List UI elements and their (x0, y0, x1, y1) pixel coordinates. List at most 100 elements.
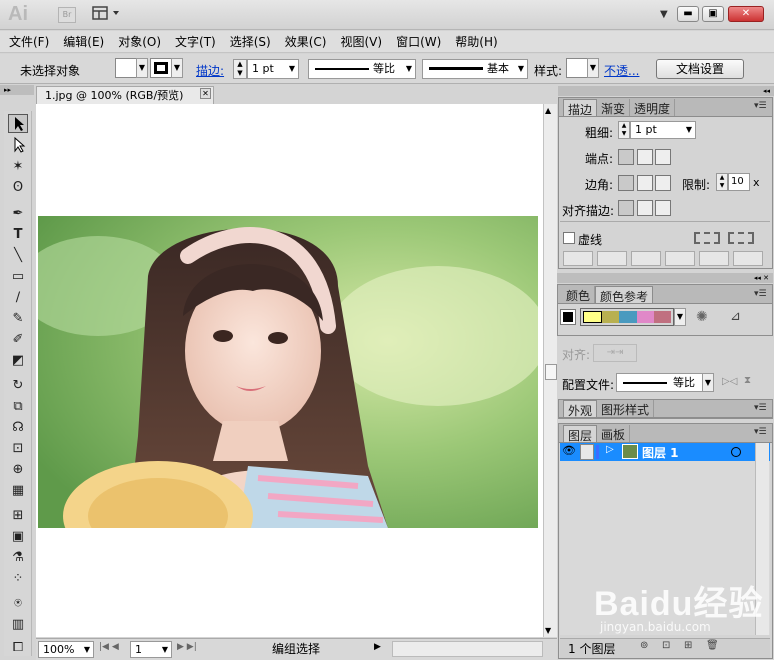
selection-tool-icon[interactable] (8, 114, 28, 133)
scrollbar-thumb[interactable] (545, 364, 557, 380)
dash-preserve-icon[interactable] (694, 232, 720, 244)
flip-along-icon[interactable]: ▷◁ (722, 376, 737, 387)
pen-tool-icon[interactable]: ✒ (8, 204, 28, 223)
graphic-style-dropdown[interactable]: ▼ (587, 58, 599, 78)
dash-gap-fields[interactable] (563, 251, 769, 266)
fill-dropdown[interactable]: ▼ (136, 58, 148, 78)
stroke-swatch[interactable] (150, 58, 172, 78)
round-join-icon[interactable] (637, 175, 653, 191)
tab-color-guide[interactable]: 颜色参考 (595, 286, 654, 304)
dashed-line-checkbox[interactable] (563, 232, 575, 244)
shape-builder-tool-icon[interactable]: ⊕ (8, 460, 28, 479)
rotate-tool-icon[interactable]: ↻ (8, 376, 28, 395)
scroll-down-icon[interactable]: ▼ (545, 626, 551, 635)
butt-cap-icon[interactable] (618, 149, 634, 165)
minimize-button[interactable]: ▬ (677, 6, 699, 22)
document-setup-button[interactable]: 文档设置 (656, 59, 744, 79)
free-transform-tool-icon[interactable]: ⊡ (8, 439, 28, 458)
graphic-style-swatch[interactable] (566, 58, 588, 78)
stroke-weight-field[interactable]: 1 pt ▼ (247, 59, 299, 79)
tab-graphic-styles[interactable]: 图形样式 (597, 400, 655, 417)
menu-window[interactable]: 窗口(W) (389, 32, 448, 52)
harmony-swatch[interactable] (636, 311, 654, 323)
fill-swatch[interactable] (115, 58, 137, 78)
lasso-tool-icon[interactable]: ʘ (8, 178, 28, 197)
type-tool-icon[interactable]: T (8, 225, 28, 244)
dock-collapse-icon[interactable]: ◂◂ (558, 86, 774, 96)
tab-stroke[interactable]: 描边 (563, 99, 598, 117)
lock-toggle[interactable] (580, 444, 594, 460)
base-color-swatch[interactable] (560, 309, 576, 325)
warp-tool-icon[interactable]: ☊ (8, 418, 28, 437)
profile-field[interactable]: 等比 (616, 373, 712, 392)
menu-object[interactable]: 对象(O) (111, 32, 168, 52)
status-mode[interactable]: 编组选择 (208, 640, 384, 658)
new-layer-icon[interactable]: ⊞ (684, 640, 692, 651)
workspace-switcher-button[interactable] (92, 6, 124, 22)
column-graph-tool-icon[interactable]: ▥ (8, 615, 28, 634)
mesh-tool-icon[interactable]: ⊞ (8, 506, 28, 525)
limit-field[interactable]: 10 (728, 173, 750, 191)
projecting-cap-icon[interactable] (655, 149, 671, 165)
weight-stepper[interactable]: ▲ ▼ (618, 121, 630, 139)
tab-gradient[interactable]: 渐变 (597, 99, 631, 116)
create-sublayer-icon[interactable]: ⊡ (662, 640, 670, 651)
tab-appearance[interactable]: 外观 (563, 400, 598, 418)
color-panel-menu-icon[interactable]: ▾☰ (754, 289, 767, 299)
first-artboard-icon[interactable]: |◀ ◀ (99, 642, 119, 652)
tab-color[interactable]: 颜色 (562, 286, 596, 303)
pencil-tool-icon[interactable]: ✎ (8, 309, 28, 328)
opacity-link[interactable]: 不透... (604, 62, 639, 79)
align-center-icon[interactable] (618, 200, 634, 216)
menu-effect[interactable]: 效果(C) (278, 32, 334, 52)
symbol-sprayer-tool-icon[interactable]: ⍟ (8, 594, 28, 613)
save-color-group-icon[interactable]: ⊿ (730, 309, 741, 324)
artboard-number-field[interactable]: 1 ▼ (130, 641, 172, 658)
harmony-swatch[interactable] (619, 311, 637, 323)
menu-view[interactable]: 视图(V) (333, 32, 389, 52)
direct-selection-tool-icon[interactable] (8, 136, 28, 155)
harmony-swatch[interactable] (602, 311, 620, 323)
close-button[interactable]: ✕ (728, 6, 764, 22)
align-outside-icon[interactable] (655, 200, 671, 216)
brush-definition[interactable]: 基本 ▼ (422, 59, 528, 79)
eyedropper-tool-icon[interactable]: ⚗ (8, 548, 28, 567)
scroll-up-icon[interactable]: ▲ (545, 106, 551, 115)
visibility-eye-icon[interactable]: 👁 (562, 444, 576, 457)
layer-name[interactable]: 图层 1 (642, 444, 679, 461)
color-panel-collapse-icon[interactable]: ◂◂ ✕ (557, 273, 773, 283)
harmony-swatch[interactable] (653, 311, 672, 323)
stroke-dropdown[interactable]: ▼ (171, 58, 183, 78)
round-cap-icon[interactable] (637, 149, 653, 165)
profile-dropdown[interactable]: ▼ (702, 373, 714, 392)
blend-tool-icon[interactable]: ⁘ (8, 569, 28, 588)
status-menu-icon[interactable]: ▶ (374, 642, 381, 652)
document-tab[interactable]: 1.jpg @ 100% (RGB/预览) (36, 86, 214, 104)
color-wheel-icon[interactable]: ✺ (696, 309, 708, 325)
gradient-tool-icon[interactable]: ▣ (8, 527, 28, 546)
paintbrush-tool-icon[interactable]: ∕ (8, 288, 28, 307)
blob-brush-tool-icon[interactable]: ✐ (8, 330, 28, 349)
artboard-tool-icon[interactable]: ⧠ (8, 638, 28, 657)
toolbox-collapse-icon[interactable]: ▸▸ (0, 85, 34, 95)
magic-wand-tool-icon[interactable]: ✶ (8, 157, 28, 176)
menu-type[interactable]: 文字(T) (168, 32, 223, 52)
line-tool-icon[interactable]: ╲ (8, 246, 28, 265)
harmony-swatch[interactable] (583, 311, 603, 323)
target-icon[interactable] (731, 447, 741, 457)
maximize-button[interactable]: ▣ (702, 6, 724, 22)
tab-artboards[interactable]: 画板 (597, 425, 631, 442)
panel-dropdown-icon[interactable]: ▼ (660, 9, 668, 20)
menu-help[interactable]: 帮助(H) (448, 32, 504, 52)
perspective-grid-tool-icon[interactable]: ▦ (8, 481, 28, 500)
tab-layers[interactable]: 图层 (563, 425, 598, 443)
stroke-panel-menu-icon[interactable]: ▾☰ (754, 101, 767, 111)
menu-edit[interactable]: 编辑(E) (56, 32, 111, 52)
eraser-tool-icon[interactable]: ◩ (8, 351, 28, 370)
dash-align-icon[interactable] (728, 232, 754, 244)
horizontal-scrollbar[interactable] (392, 641, 543, 657)
placed-photo[interactable] (38, 216, 538, 528)
tab-transparency[interactable]: 透明度 (630, 99, 676, 116)
make-clipping-mask-icon[interactable]: ⊚ (640, 640, 648, 651)
expand-layer-icon[interactable]: ▷ (606, 444, 614, 455)
